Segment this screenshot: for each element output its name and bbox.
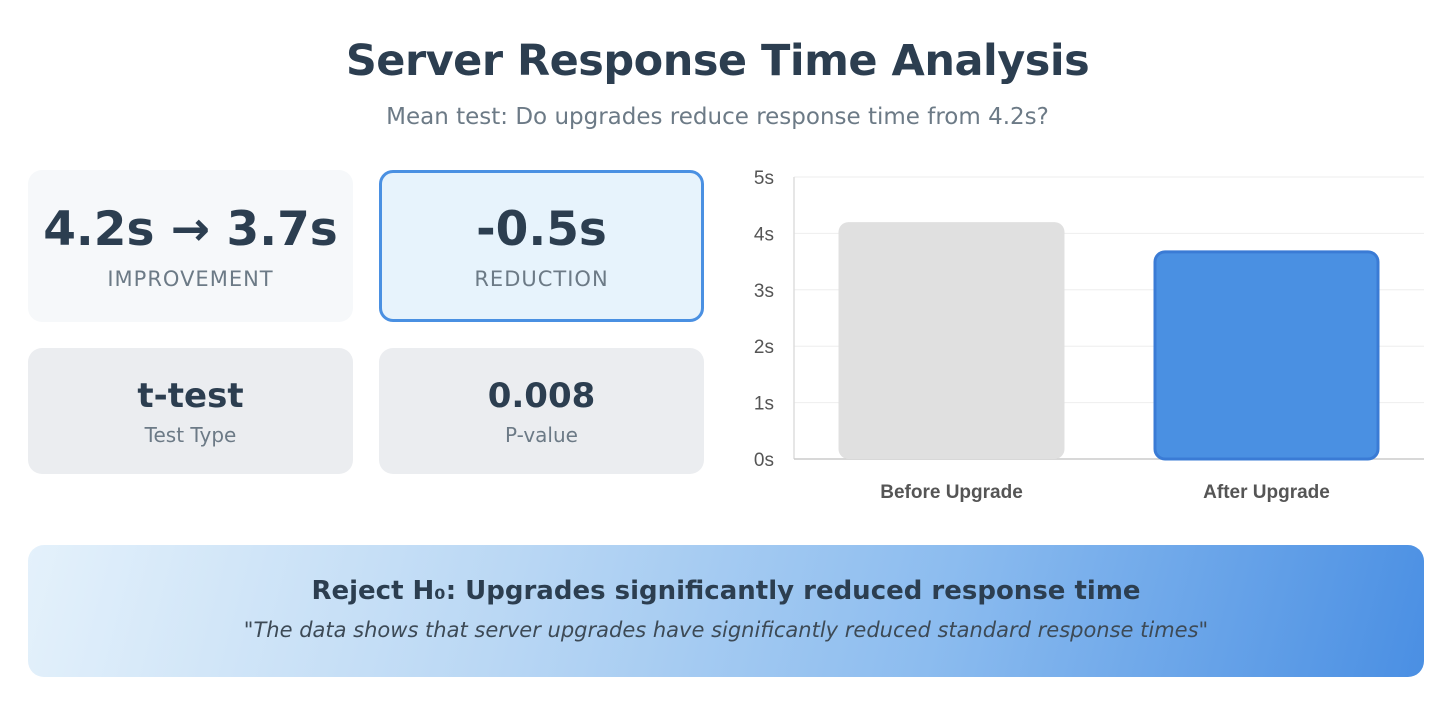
reduction-card: -0.5s REDUCTION — [379, 170, 704, 322]
improvement-label: IMPROVEMENT — [107, 267, 274, 291]
test-type-card: t-test Test Type — [28, 348, 353, 474]
y-tick-label: 3s — [754, 281, 774, 302]
y-tick-label: 0s — [754, 450, 774, 471]
bar-after-upgrade — [1153, 250, 1380, 461]
x-tick-label: Before Upgrade — [880, 482, 1023, 503]
improvement-value: 4.2s → 3.7s — [43, 202, 338, 257]
conclusion-title: Reject H₀: Upgrades significantly reduce… — [311, 576, 1141, 606]
reduction-value: -0.5s — [476, 202, 607, 257]
reduction-label: REDUCTION — [474, 267, 609, 291]
y-tick-label: 5s — [754, 168, 774, 189]
bar-before-upgrade — [838, 222, 1065, 459]
response-time-bar-chart: 0s 1s 2s 3s 4s 5s Before Upgrade After Upgrade — [754, 168, 1424, 503]
y-tick-label: 2s — [754, 337, 774, 358]
y-tick-label: 4s — [754, 224, 774, 245]
p-value-card: 0.008 P-value — [379, 348, 704, 474]
conclusion-banner: Reject H₀: Upgrades significantly reduce… — [28, 545, 1424, 677]
p-value-label: P-value — [505, 423, 578, 447]
test-type-value: t-test — [137, 376, 244, 416]
x-tick-label: After Upgrade — [1203, 482, 1330, 503]
page-subtitle: Mean test: Do upgrades reduce response t… — [386, 104, 1049, 130]
improvement-card: 4.2s → 3.7s IMPROVEMENT — [28, 170, 353, 322]
test-type-label: Test Type — [144, 423, 237, 447]
page-title: Server Response Time Analysis — [345, 36, 1090, 86]
p-value-value: 0.008 — [487, 376, 596, 416]
conclusion-quote: "The data shows that server upgrades hav… — [243, 618, 1209, 642]
y-tick-label: 1s — [754, 394, 774, 415]
